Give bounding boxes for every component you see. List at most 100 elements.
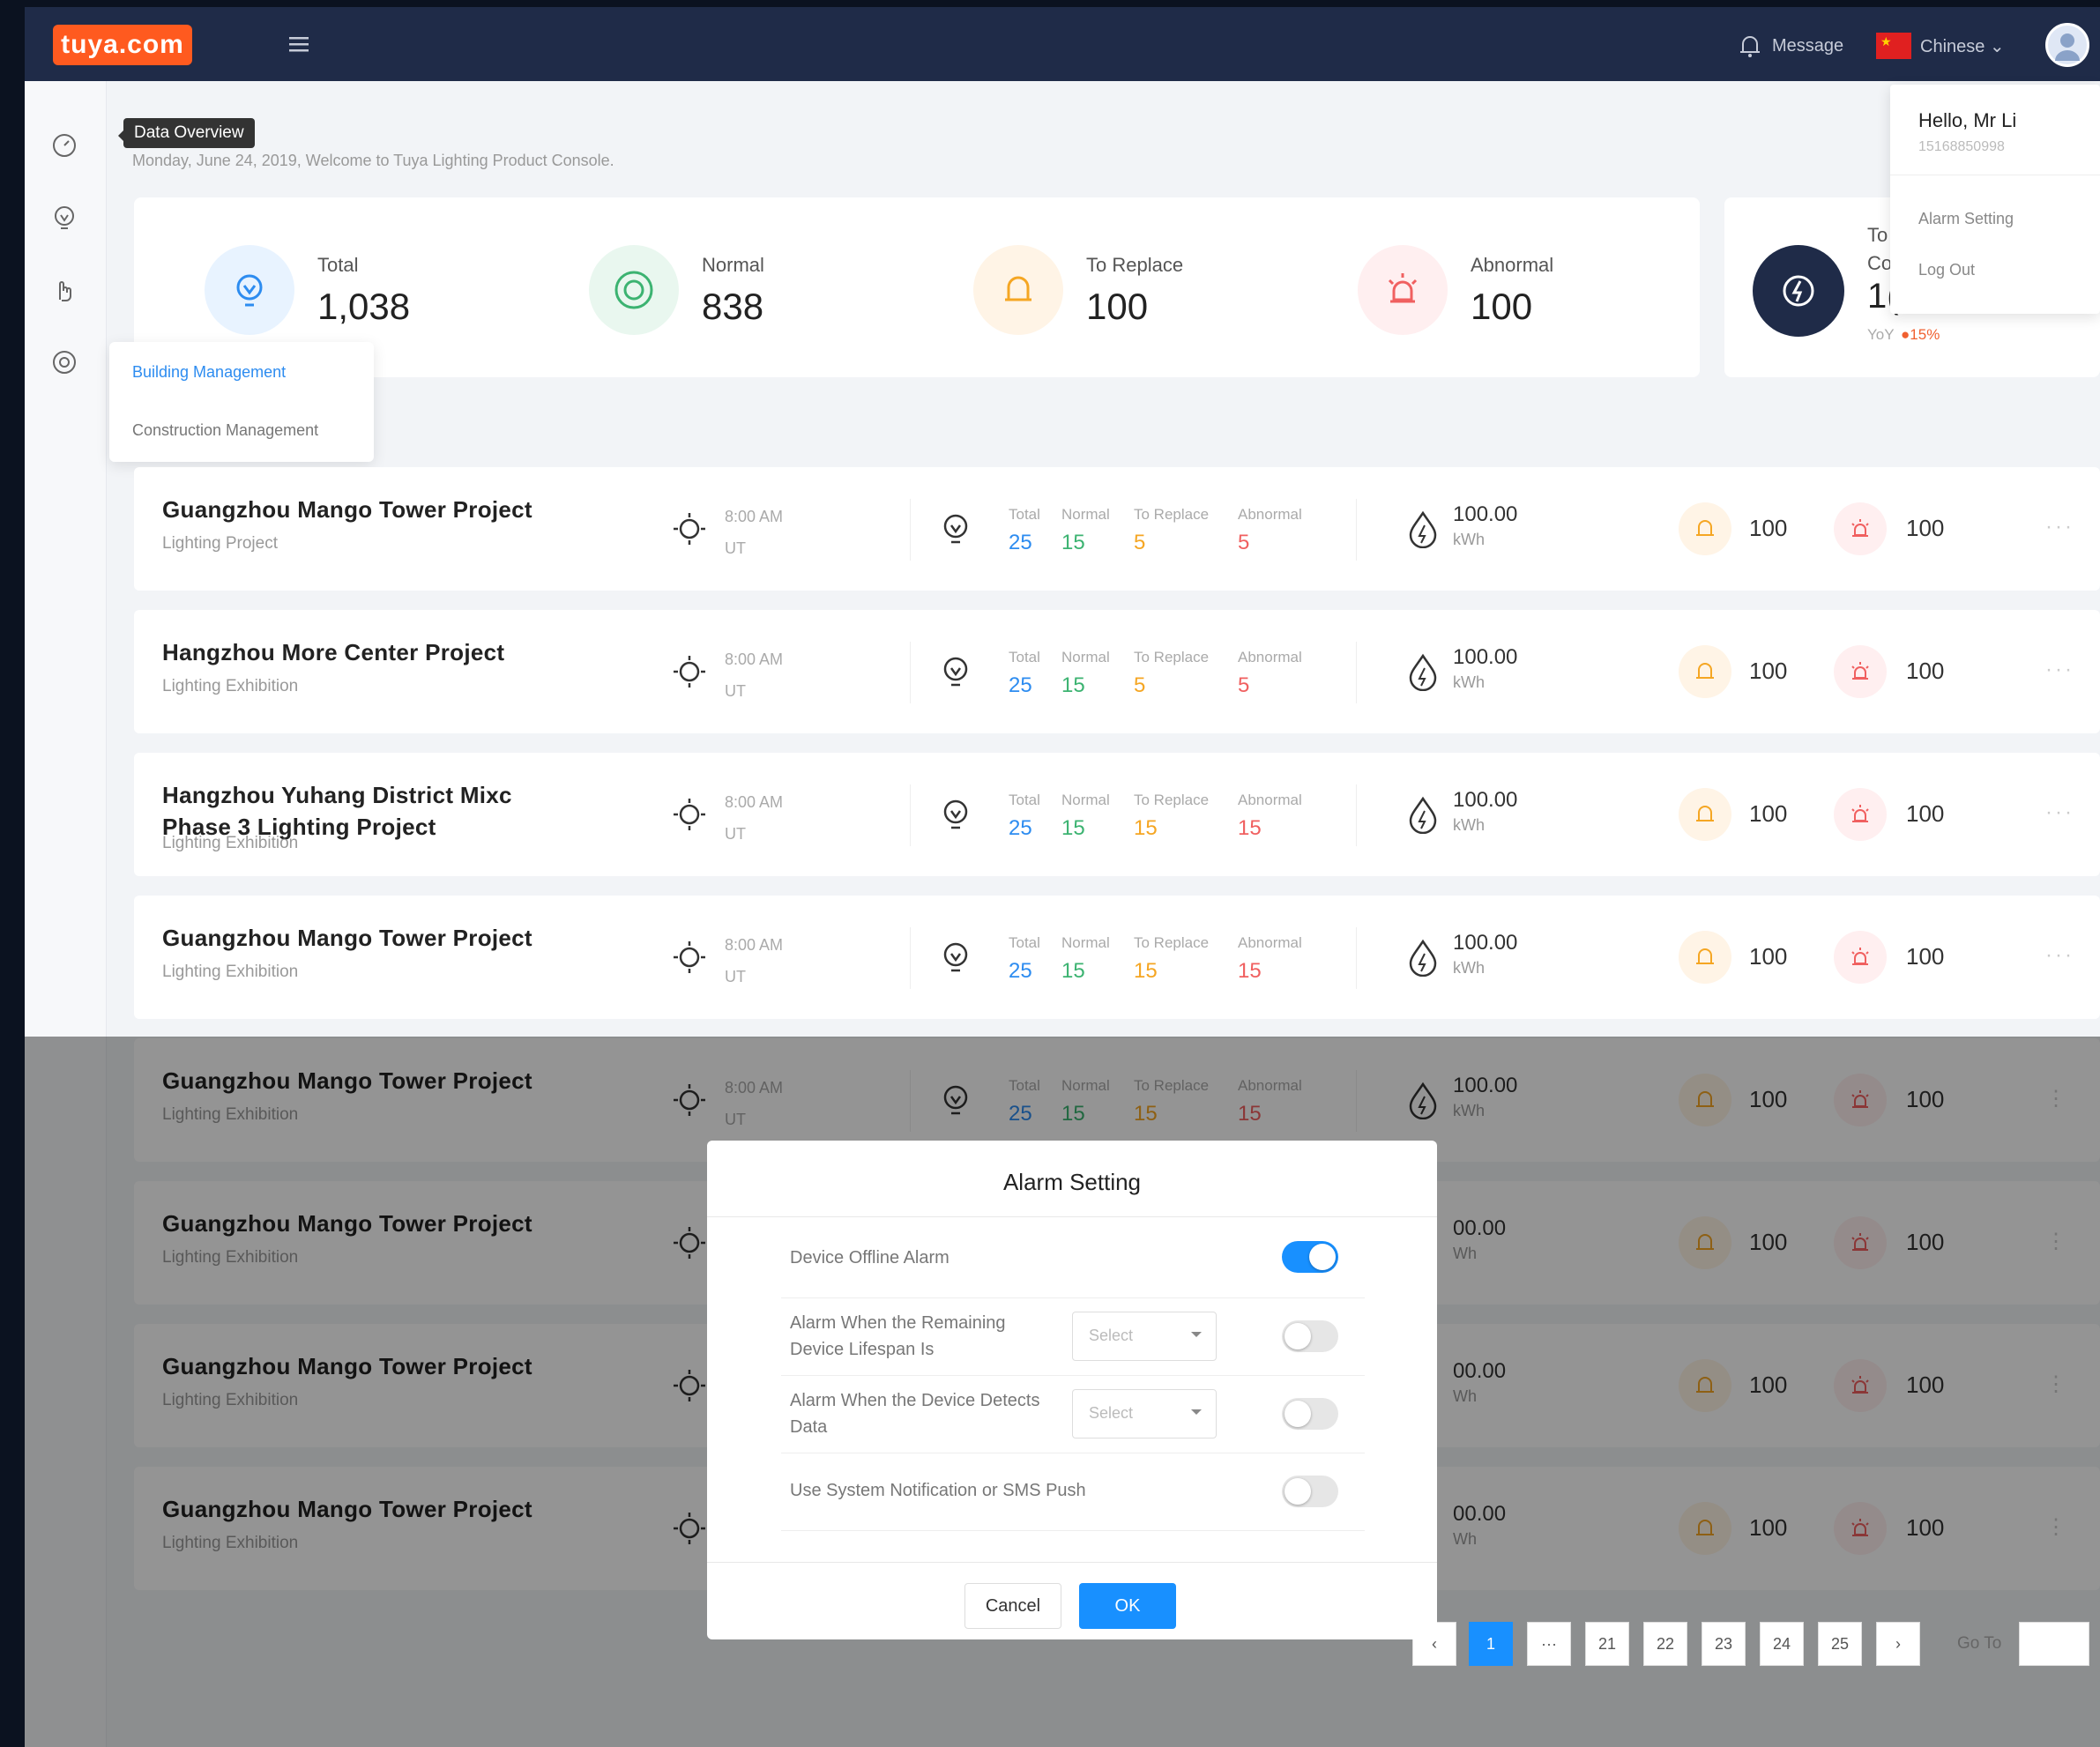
hand-icon [59,281,71,301]
user-greeting: Hello, Mr Li [1918,109,2017,131]
ok-button[interactable]: OK [1079,1583,1176,1629]
sidebar-item-overview[interactable] [42,123,86,167]
count-header-abnormal: Abnormal [1238,506,1302,523]
user-dropdown: Hello, Mr Li 15168850998 Alarm Setting L… [1890,85,2100,314]
pagination-page-21[interactable]: 21 [1585,1622,1629,1666]
time-value: 8:00 AM [725,936,784,954]
building-management-item[interactable]: Building Management [132,363,286,382]
cancel-button[interactable]: Cancel [964,1583,1061,1629]
logout-link[interactable]: Log Out [1918,261,1975,279]
offline-alarm-row: Device Offline Alarm [781,1216,1365,1298]
time-value: 8:00 AM [725,650,784,668]
tuya-logo[interactable]: tuya.com [53,25,192,65]
more-options-icon[interactable]: ··· [2045,658,2074,682]
more-options-icon[interactable]: ··· [2045,943,2074,968]
project-row[interactable]: Guangzhou Mango Tower Project Lighting Pr… [134,467,2100,591]
stat-total-label: Total [317,254,359,276]
project-row[interactable]: Hangzhou Yuhang District Mixc Phase 3 Li… [134,753,2100,876]
count-replace: 15 [1134,959,1158,983]
modal-footer-divider [707,1562,1437,1563]
chevron-down-icon [1191,1409,1202,1420]
project-name: Guangzhou Mango Tower Project [162,925,532,951]
abnormal-alarm-icon [1834,788,1887,841]
stat-total-value: 1,038 [317,286,411,327]
toggle-knob [1285,1401,1311,1427]
energy-value: 100.00 [1453,502,1518,526]
energy-unit: kWh [1453,816,1485,834]
project-type: Lighting Exhibition [162,677,299,695]
stat-replace-value: 100 [1086,286,1149,327]
count-total: 25 [1009,673,1032,697]
lifespan-alarm-toggle[interactable] [1282,1320,1338,1352]
abnormal-alarm-icon [1358,245,1448,335]
detects-select[interactable]: Select [1072,1389,1217,1438]
energy-drop-icon [1409,939,1437,977]
row-divider [910,499,911,561]
goto-label: Go To [1957,1634,2002,1653]
count-header-abnormal: Abnormal [1238,792,1302,808]
energy-value: 100.00 [1453,788,1518,812]
sidebar-item-lighting[interactable] [42,196,86,240]
project-row[interactable]: Hangzhou More Center Project Lighting Exh… [134,610,2100,733]
pagination-page-22[interactable]: 22 [1643,1622,1687,1666]
count-header-abnormal: Abnormal [1238,934,1302,951]
count-header-replace: To Replace [1134,792,1210,808]
count-replace: 15 [1134,816,1158,840]
yoy-value: ●15% [1901,326,1940,344]
notify-label: Use System Notification or SMS Push [790,1481,1086,1500]
toggle-knob [1309,1244,1336,1270]
count-header-normal: Normal [1061,649,1110,665]
message-button[interactable]: Message [1735,28,1843,63]
pagination-page-1[interactable]: 1 [1469,1622,1513,1666]
time-value: 8:00 AM [725,793,784,811]
toggle-knob [1285,1323,1311,1349]
detects-alarm-toggle[interactable] [1282,1398,1338,1430]
project-type: Lighting Project [162,534,278,553]
bulb-icon [943,942,968,972]
language-selector[interactable]: Chinese ⌄ [1876,28,2005,63]
sidebar-item-control[interactable] [42,268,86,312]
project-time: 8:00 AM UT [725,786,783,850]
lifespan-select[interactable]: Select [1072,1312,1217,1361]
pagination-ellipsis[interactable]: ··· [1527,1622,1571,1666]
china-flag-icon [1876,33,1911,59]
count-header-replace: To Replace [1134,506,1210,523]
pagination-page-25[interactable]: 25 [1818,1622,1862,1666]
project-time: 8:00 AM UT [725,501,783,564]
lifespan-alarm-label: Alarm When the Remaining Device Lifespan… [790,1313,1006,1359]
more-options-icon[interactable]: ··· [2045,515,2074,539]
more-options-icon[interactable]: ··· [2045,800,2074,825]
user-phone: 15168850998 [1918,139,2005,154]
count-header-total: Total [1009,934,1040,951]
goto-input[interactable] [2019,1622,2089,1666]
user-avatar[interactable] [2045,23,2089,67]
count-header-normal: Normal [1061,934,1110,951]
energy-value: 100.00 [1453,931,1518,955]
row-divider [1356,927,1357,989]
energy-drop-icon [1409,796,1437,834]
sidebar-tooltip: Data Overview [118,118,255,148]
count-header-replace: To Replace [1134,934,1210,951]
count-normal: 15 [1061,531,1085,554]
select-placeholder: Select [1089,1404,1134,1422]
abnormal-count: 100 [1906,800,1945,827]
alarm-setting-link[interactable]: Alarm Setting [1918,210,2014,228]
pagination-page-24[interactable]: 24 [1760,1622,1804,1666]
energy-drop-icon [1409,510,1437,548]
energy-unit: kWh [1453,531,1485,548]
construction-management-item[interactable]: Construction Management [132,421,318,440]
offline-alarm-toggle[interactable] [1282,1241,1338,1273]
replace-bell-icon [1679,645,1731,698]
menu-icon[interactable] [286,32,312,58]
project-name: Hangzhou More Center Project [162,639,505,665]
notify-toggle[interactable] [1282,1476,1338,1507]
pagination-next[interactable]: › [1876,1622,1920,1666]
detects-alarm-label: Alarm When the Device Detects Data [790,1391,1040,1437]
sun-icon [674,941,705,973]
avatar-icon [2055,33,2080,61]
abnormal-alarm-icon [1834,645,1887,698]
modal-title: Alarm Setting [1002,1169,1142,1195]
project-row[interactable]: Guangzhou Mango Tower Project Lighting Ex… [134,896,2100,1019]
sidebar-item-settings[interactable] [42,340,86,384]
pagination-page-23[interactable]: 23 [1702,1622,1746,1666]
